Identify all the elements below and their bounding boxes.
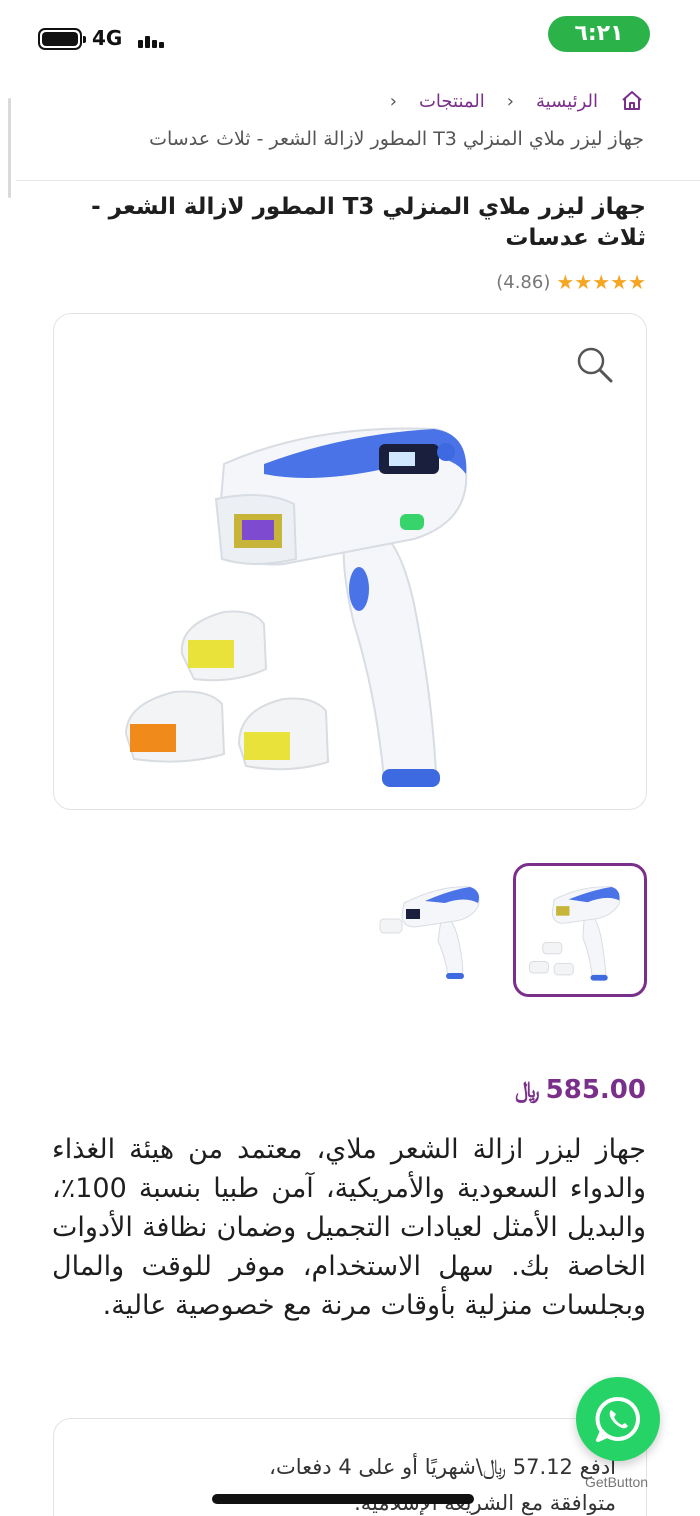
whatsapp-icon <box>595 1396 640 1442</box>
thumbnail-1[interactable] <box>513 863 647 997</box>
breadcrumb-products[interactable]: المنتجات <box>419 91 485 112</box>
product-image-card[interactable] <box>53 313 647 810</box>
breadcrumb-current: جهاز ليزر ملاي المنزلي T3 المطور لازالة … <box>149 128 644 150</box>
battery-icon <box>38 28 86 50</box>
getbutton-badge[interactable]: GetButton <box>585 1474 648 1490</box>
installment-text: ادفع 57.12 ﷼\شهريًا أو على 4 دفعات، متوا… <box>269 1455 616 1515</box>
status-time: ٦:٢١ <box>548 16 650 52</box>
product-price: 585.00 ﷼ <box>515 1075 646 1105</box>
rating-stars-icon: ★★★★★ <box>556 270 646 294</box>
whatsapp-button[interactable] <box>576 1377 660 1461</box>
thumbnail-image <box>528 886 620 981</box>
breadcrumb: الرئيسية › المنتجات › <box>390 86 644 116</box>
rating-value: (4.86) <box>496 271 551 293</box>
signal-icon <box>138 30 164 48</box>
breadcrumb-separator: › <box>506 90 514 112</box>
home-indicator <box>212 1494 474 1504</box>
zoom-search-icon[interactable] <box>574 344 614 384</box>
divider <box>16 180 700 181</box>
breadcrumb-separator: › <box>389 90 397 112</box>
product-image <box>124 427 468 787</box>
price-value: 585.00 <box>545 1075 646 1105</box>
currency-icon: ﷼ <box>515 1077 540 1103</box>
network-type: 4G <box>92 26 123 50</box>
status-bar: 4G ٦:٢١ <box>0 0 700 80</box>
product-description: جهاز ليزر ازالة الشعر ملاي، معتمد من هيئ… <box>52 1134 646 1321</box>
product-title: جهاز ليزر ملاي المنزلي T3 المطور لازالة … <box>91 194 646 251</box>
product-rating: ★★★★★ (4.86) <box>496 270 646 294</box>
breadcrumb-home[interactable]: الرئيسية <box>536 91 598 112</box>
home-icon[interactable] <box>620 89 644 113</box>
thumbnail-image <box>379 886 480 979</box>
scroll-indicator <box>8 98 11 198</box>
thumbnail-2[interactable] <box>370 863 504 997</box>
